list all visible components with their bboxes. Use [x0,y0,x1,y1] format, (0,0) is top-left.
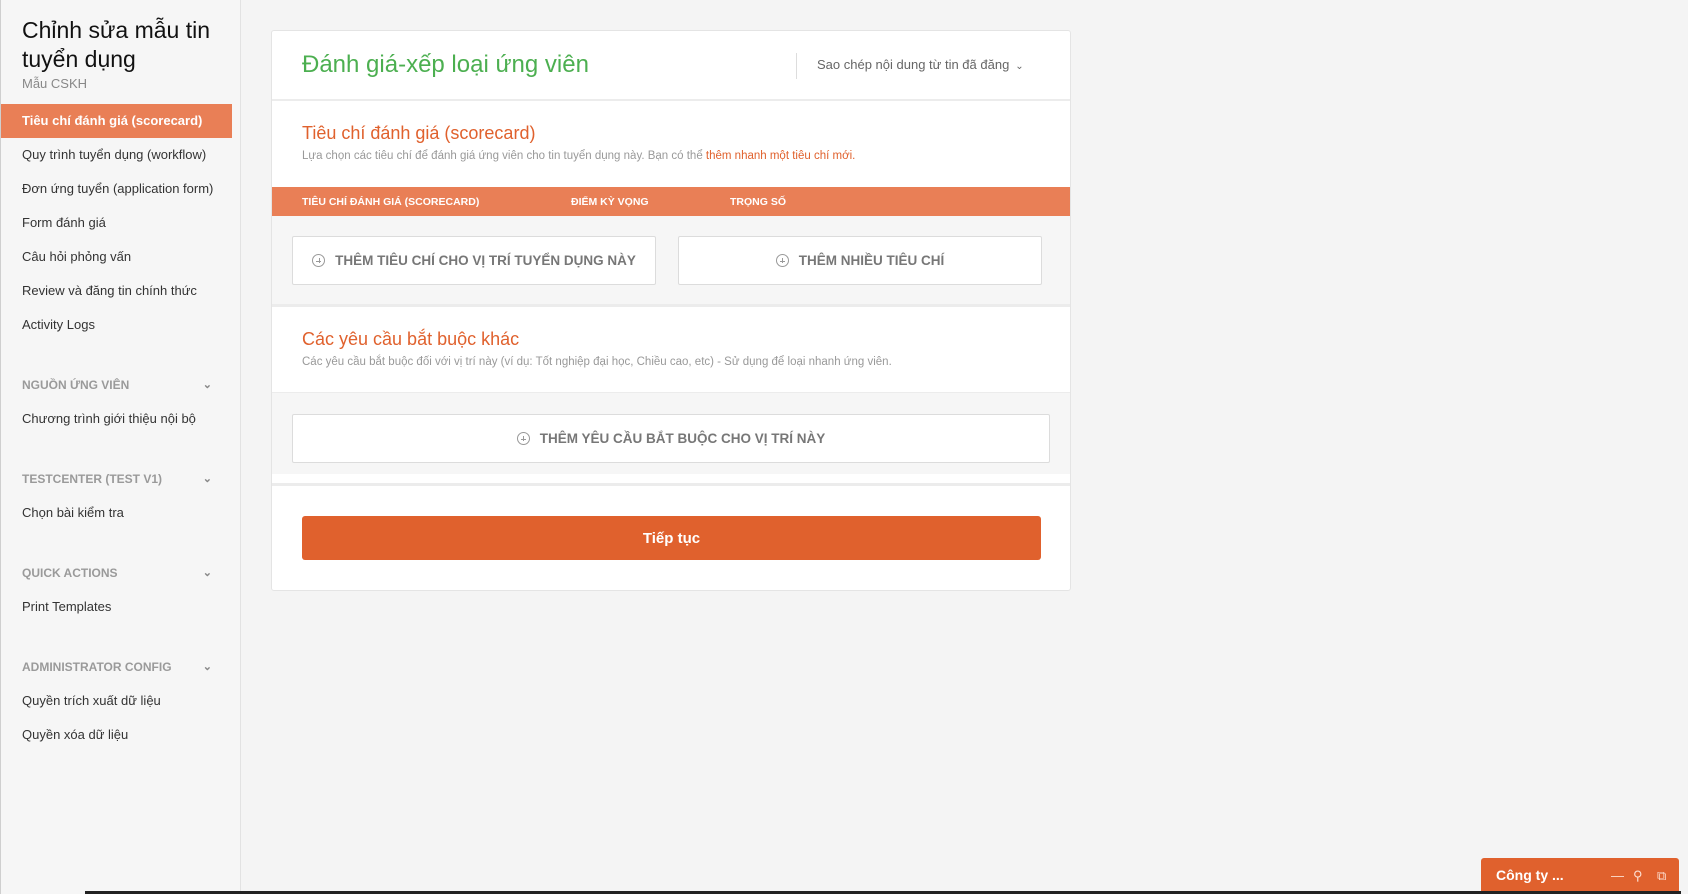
popout-icon[interactable]: ⧉ [1657,868,1666,884]
minimize-icon[interactable]: — [1611,868,1624,883]
column-header-weight: TRỌNG SỐ [730,196,787,208]
chevron-down-icon: ⌄ [202,379,212,391]
sidebar-item-interview-questions[interactable]: Câu hỏi phỏng vấn [1,240,232,274]
sidebar-group-sources: NGUỒN ỨNG VIÊN ⌄ Chương trình giới thiệu… [1,368,232,436]
sidebar-item-evaluation-form[interactable]: Form đánh giá [1,206,232,240]
scorecard-desc-text: Lựa chọn các tiêu chí để đánh giá ứng vi… [302,150,703,162]
copy-content-label: Sao chép nội dung từ tin đã đăng [817,57,1010,72]
column-header-criterion: TIÊU CHÍ ĐÁNH GIÁ (SCORECARD) [302,196,480,208]
plus-circle-icon [312,254,326,267]
group-header-label: TESTCENTER (TEST V1) [22,472,163,486]
requirements-section-title: Các yêu cầu bắt buộc khác [302,329,520,349]
section-divider [272,483,1070,486]
group-header-quick-actions[interactable]: QUICK ACTIONS ⌄ [1,556,232,590]
add-requirement-label: THÊM YÊU CẦU BẮT BUỘC CHO VỊ TRÍ NÀY [539,431,826,446]
page-title: Đánh giá-xếp loại ứng viên [302,51,589,78]
quick-add-criterion-link[interactable]: thêm nhanh một tiêu chí mới. [706,150,855,162]
sidebar-item-export-permission[interactable]: Quyền trích xuất dữ liệu [1,684,232,718]
sidebar-item-scorecard[interactable]: Tiêu chí đánh giá (scorecard) [1,104,232,138]
chevron-down-icon: ⌄ [202,567,212,579]
group-header-label: QUICK ACTIONS [22,566,118,580]
sidebar-item-print-templates[interactable]: Print Templates [1,590,232,624]
add-criterion-label: THÊM TIÊU CHÍ CHO VỊ TRÍ TUYỂN DỤNG NÀY [335,253,636,268]
scorecard-table-header: TIÊU CHÍ ĐÁNH GIÁ (SCORECARD) ĐIỂM KỲ VỌ… [272,187,1070,216]
scorecard-section-desc: Lựa chọn các tiêu chí để đánh giá ứng vi… [302,150,855,162]
sidebar-item-review-publish[interactable]: Review và đăng tin chính thức [1,274,232,308]
sidebar-item-internal-referral[interactable]: Chương trình giới thiệu nội bộ [1,402,232,436]
chevron-down-icon: ⌄ [1015,61,1024,72]
sidebar-title: Chỉnh sửa mẫu tin tuyển dụng [22,17,210,72]
sidebar-item-delete-permission[interactable]: Quyền xóa dữ liệu [1,718,232,752]
plus-circle-icon [516,432,530,445]
continue-button[interactable]: Tiếp tục [302,516,1041,560]
sidebar-subtitle: Mẫu CSKH [22,76,88,91]
sidebar-item-choose-test[interactable]: Chọn bài kiểm tra [1,496,232,530]
add-requirement-button[interactable]: THÊM YÊU CẦU BẮT BUỘC CHO VỊ TRÍ NÀY [292,414,1050,463]
scorecard-section-title: Tiêu chí đánh giá (scorecard) [302,123,536,143]
plus-circle-icon [775,254,789,267]
chevron-down-icon: ⌄ [202,661,212,673]
sidebar-group-admin-config: ADMINISTRATOR CONFIG ⌄ Quyền trích xuất … [1,650,232,752]
chevron-down-icon: ⌄ [202,473,212,485]
group-header-sources[interactable]: NGUỒN ỨNG VIÊN ⌄ [1,368,232,402]
column-header-expected-score: ĐIỂM KỲ VỌNG [571,196,649,208]
sidebar-item-workflow[interactable]: Quy trình tuyển dụng (workflow) [1,138,232,172]
sidebar: Chỉnh sửa mẫu tin tuyển dụng Mẫu CSKH Ti… [0,0,241,894]
card-header: Đánh giá-xếp loại ứng viên Sao chép nội … [272,31,1070,101]
add-criterion-button[interactable]: THÊM TIÊU CHÍ CHO VỊ TRÍ TUYỂN DỤNG NÀY [292,236,656,285]
scorecard-card: Đánh giá-xếp loại ứng viên Sao chép nội … [271,30,1071,591]
group-header-testcenter[interactable]: TESTCENTER (TEST V1) ⌄ [1,462,232,496]
copy-content-dropdown[interactable]: Sao chép nội dung từ tin đã đăng ⌄ [796,53,1024,79]
sidebar-item-activity-logs[interactable]: Activity Logs [1,308,232,342]
group-header-admin-config[interactable]: ADMINISTRATOR CONFIG ⌄ [1,650,232,684]
group-header-label: NGUỒN ỨNG VIÊN [22,378,130,392]
sidebar-item-application-form[interactable]: Đơn ứng tuyển (application form) [1,172,232,206]
search-icon[interactable]: ⚲ [1633,868,1643,884]
add-multiple-criteria-label: THÊM NHIỀU TIÊU CHÍ [798,253,945,268]
chat-widget-label: Công ty ... [1496,867,1564,883]
sidebar-nav: Tiêu chí đánh giá (scorecard) Quy trình … [1,104,232,342]
group-header-label: ADMINISTRATOR CONFIG [22,660,172,674]
requirements-section-desc: Các yêu cầu bắt buộc đối với vị trí này … [302,356,892,368]
add-multiple-criteria-button[interactable]: THÊM NHIỀU TIÊU CHÍ [678,236,1042,285]
sidebar-group-quick-actions: QUICK ACTIONS ⌄ Print Templates [1,556,232,624]
chat-widget[interactable]: Công ty ... — ⚲ ⧉ [1481,858,1679,894]
sidebar-group-testcenter: TESTCENTER (TEST V1) ⌄ Chọn bài kiểm tra [1,462,232,530]
